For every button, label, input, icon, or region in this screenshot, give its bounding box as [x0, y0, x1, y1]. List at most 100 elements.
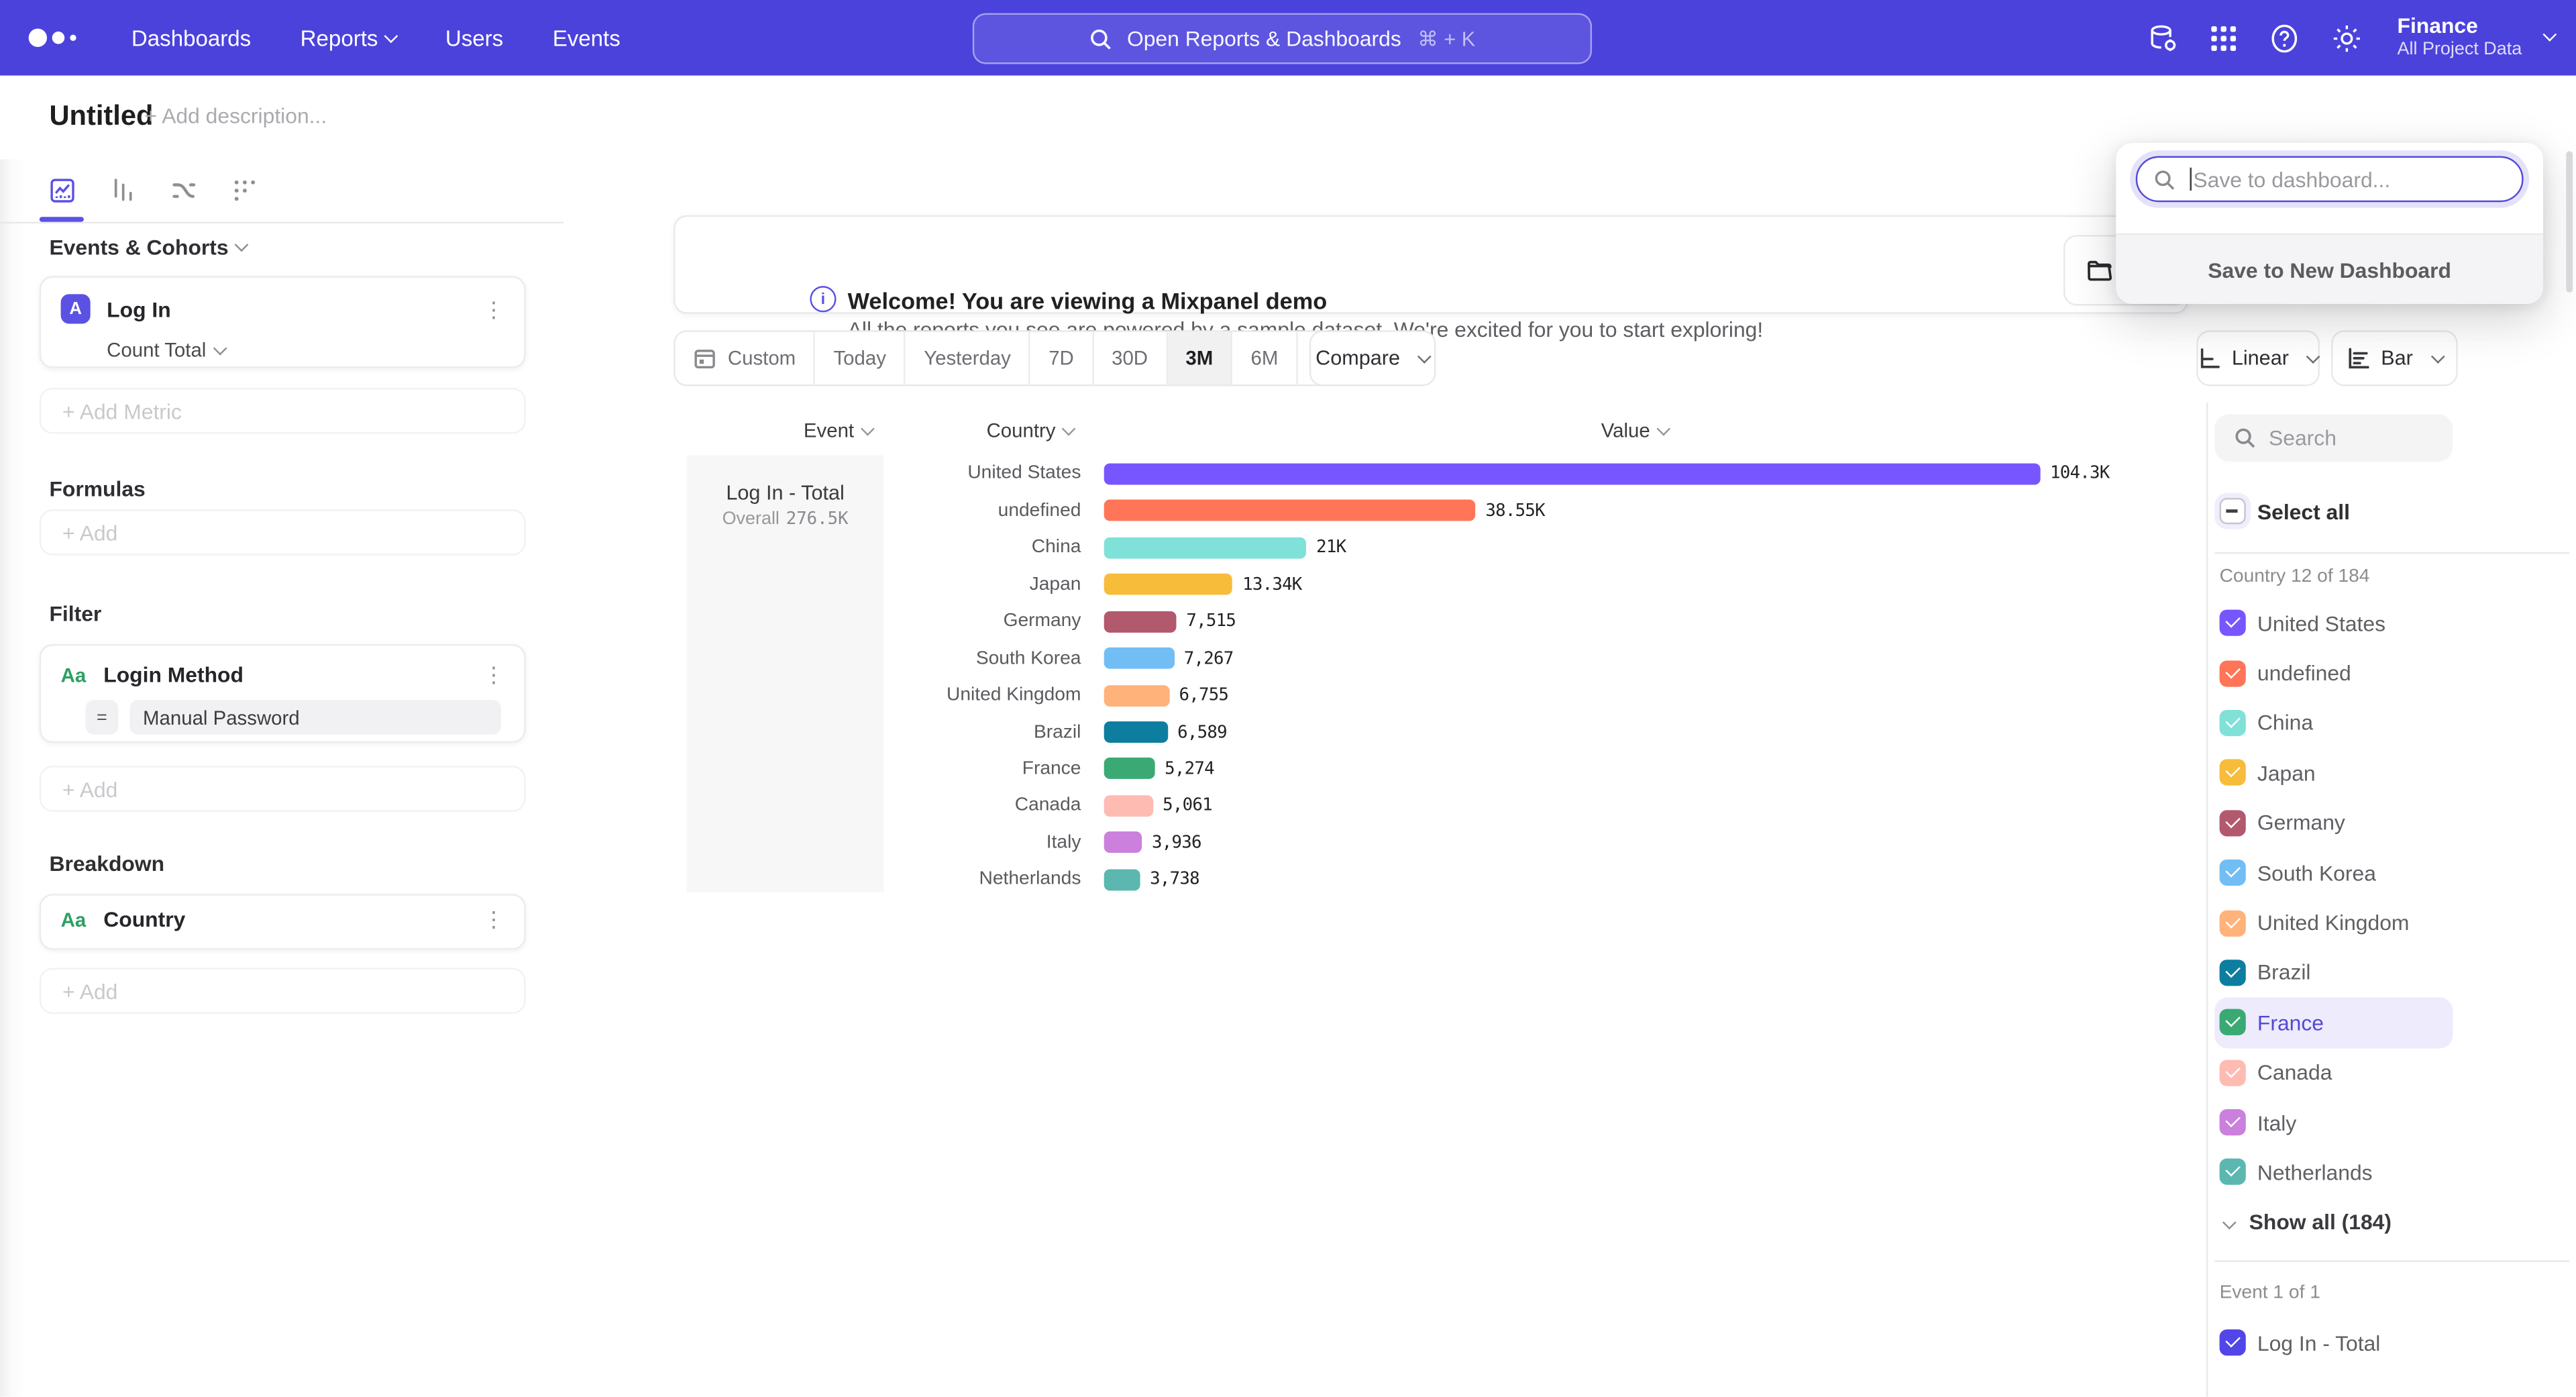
add-filter-button[interactable]: + Add	[40, 766, 526, 812]
country-row-undefined[interactable]: undefined	[2214, 648, 2453, 698]
country-row-china[interactable]: China	[2214, 698, 2453, 747]
tab-flows-icon[interactable]	[171, 177, 197, 203]
bar-china[interactable]	[1104, 537, 1307, 558]
country-row-canada[interactable]: Canada	[2214, 1047, 2453, 1097]
scale-selector-button[interactable]: Linear	[2196, 330, 2320, 386]
chart-type-button[interactable]: Bar	[2331, 330, 2458, 386]
bar-germany[interactable]	[1104, 611, 1177, 632]
save-to-new-dashboard-button[interactable]: Save to New Dashboard	[2116, 234, 2543, 304]
bar-brazil[interactable]	[1104, 721, 1168, 743]
report-title[interactable]: Untitled	[49, 100, 153, 133]
bar-category-label: France	[884, 759, 1081, 778]
filter-property-name[interactable]: Login Method	[103, 662, 483, 687]
help-icon[interactable]	[2269, 22, 2300, 54]
bar-japan[interactable]	[1104, 574, 1233, 595]
series-search-input[interactable]: Search	[2214, 414, 2453, 462]
nav-item-reports[interactable]: Reports	[301, 25, 396, 50]
country-row-united-kingdom[interactable]: United Kingdom	[2214, 898, 2453, 947]
nav-item-dashboards[interactable]: Dashboards	[131, 25, 251, 50]
mixpanel-logo-icon[interactable]	[26, 26, 82, 49]
save-to-dashboard-input[interactable]: Save to dashboard...	[2136, 156, 2524, 203]
global-search-button[interactable]: Open Reports & Dashboards ⌘ + K	[973, 13, 1592, 64]
folder-icon	[2086, 259, 2112, 282]
filter-card[interactable]: Aa Login Method ⋮ = Manual Password	[40, 644, 526, 743]
events-cohorts-label[interactable]: Events & Cohorts	[49, 235, 246, 260]
bar-row: Japan13.34K	[884, 566, 2110, 603]
tab-insights-icon[interactable]	[49, 177, 75, 203]
project-switcher[interactable]: Finance All Project Data	[2398, 15, 2555, 61]
country-checkbox[interactable]	[2220, 860, 2246, 886]
country-label: Brazil	[2257, 960, 2311, 985]
bar-canada[interactable]	[1104, 795, 1153, 817]
metric-event-name[interactable]: Log In	[107, 297, 483, 321]
column-header-country[interactable]: Country	[987, 419, 1074, 442]
country-checkbox[interactable]	[2220, 710, 2246, 736]
country-checkbox[interactable]	[2220, 660, 2246, 686]
country-checkbox[interactable]	[2220, 1059, 2246, 1086]
compare-button[interactable]: Compare	[1309, 330, 1436, 386]
range-today[interactable]: Today	[816, 332, 906, 384]
breakdown-kebab-icon[interactable]: ⋮	[483, 909, 504, 930]
column-header-value[interactable]: Value	[1601, 419, 1668, 442]
settings-gear-icon[interactable]	[2332, 22, 2363, 54]
add-description-button[interactable]: + Add description...	[145, 103, 327, 128]
bar-south-korea[interactable]	[1104, 648, 1174, 669]
bar-france[interactable]	[1104, 758, 1155, 780]
country-checkbox[interactable]	[2220, 610, 2246, 636]
nav-item-events[interactable]: Events	[553, 25, 621, 50]
tab-funnels-icon[interactable]	[110, 177, 136, 203]
bar-category-label: United Kingdom	[884, 685, 1081, 705]
bar-united-kingdom[interactable]	[1104, 684, 1169, 706]
country-checkbox[interactable]	[2220, 810, 2246, 836]
country-checkbox[interactable]	[2220, 1159, 2246, 1186]
country-row-germany[interactable]: Germany	[2214, 798, 2453, 847]
scrollbar-thumb[interactable]	[2566, 151, 2573, 293]
show-all-button[interactable]: Show all (184)	[2224, 1209, 2392, 1234]
bar-undefined[interactable]	[1104, 500, 1476, 521]
bar-united-states[interactable]	[1104, 463, 2041, 484]
data-management-icon[interactable]	[2147, 22, 2179, 54]
country-label: Japan	[2257, 761, 2316, 786]
event-series-checkbox[interactable]	[2220, 1329, 2246, 1355]
filter-kebab-icon[interactable]: ⋮	[483, 664, 504, 685]
country-row-france[interactable]: France	[2214, 998, 2453, 1047]
string-property-icon: Aa	[61, 908, 91, 931]
event-series-row[interactable]: Log In - Total	[2220, 1329, 2381, 1355]
add-breakdown-button[interactable]: + Add	[40, 968, 526, 1014]
bar-netherlands[interactable]	[1104, 869, 1140, 890]
select-all-checkbox[interactable]	[2220, 498, 2246, 524]
country-checkbox[interactable]	[2220, 760, 2246, 786]
range-6m[interactable]: 6M	[1233, 332, 1298, 384]
range-3m[interactable]: 3M	[1167, 332, 1232, 384]
breakdown-property-name[interactable]: Country	[103, 907, 483, 932]
add-formula-button[interactable]: + Add	[40, 509, 526, 556]
demo-banner: i Welcome! You are viewing a Mixpanel de…	[674, 215, 2188, 314]
range-7d[interactable]: 7D	[1030, 332, 1093, 384]
column-header-event[interactable]: Event	[804, 419, 872, 442]
metric-card[interactable]: A Log In ⋮ Count Total	[40, 276, 526, 368]
bar-italy[interactable]	[1104, 832, 1142, 853]
range-custom[interactable]: Custom	[676, 332, 816, 384]
filter-operator-dropdown[interactable]: =	[85, 700, 118, 734]
country-checkbox[interactable]	[2220, 1109, 2246, 1135]
country-checkbox[interactable]	[2220, 1009, 2246, 1035]
nav-item-users[interactable]: Users	[445, 25, 503, 50]
add-metric-button[interactable]: + Add Metric	[40, 388, 526, 434]
country-row-netherlands[interactable]: Netherlands	[2214, 1147, 2453, 1197]
tab-retention-icon[interactable]	[231, 177, 258, 203]
filter-value-field[interactable]: Manual Password	[129, 700, 500, 734]
select-all-row[interactable]: Select all	[2220, 498, 2350, 524]
country-row-japan[interactable]: Japan	[2214, 748, 2453, 798]
metric-kebab-icon[interactable]: ⋮	[483, 298, 504, 319]
country-row-brazil[interactable]: Brazil	[2214, 947, 2453, 997]
breakdown-card[interactable]: Aa Country ⋮	[40, 894, 526, 949]
range-yesterday[interactable]: Yesterday	[906, 332, 1030, 384]
country-row-south-korea[interactable]: South Korea	[2214, 848, 2453, 898]
apps-grid-icon[interactable]	[2210, 24, 2238, 52]
country-checkbox[interactable]	[2220, 960, 2246, 986]
range-30d[interactable]: 30D	[1093, 332, 1167, 384]
country-row-united-states[interactable]: United States	[2214, 598, 2453, 648]
country-checkbox[interactable]	[2220, 910, 2246, 936]
country-row-italy[interactable]: Italy	[2214, 1098, 2453, 1147]
metric-aggregation-dropdown[interactable]: Count Total	[107, 338, 504, 361]
